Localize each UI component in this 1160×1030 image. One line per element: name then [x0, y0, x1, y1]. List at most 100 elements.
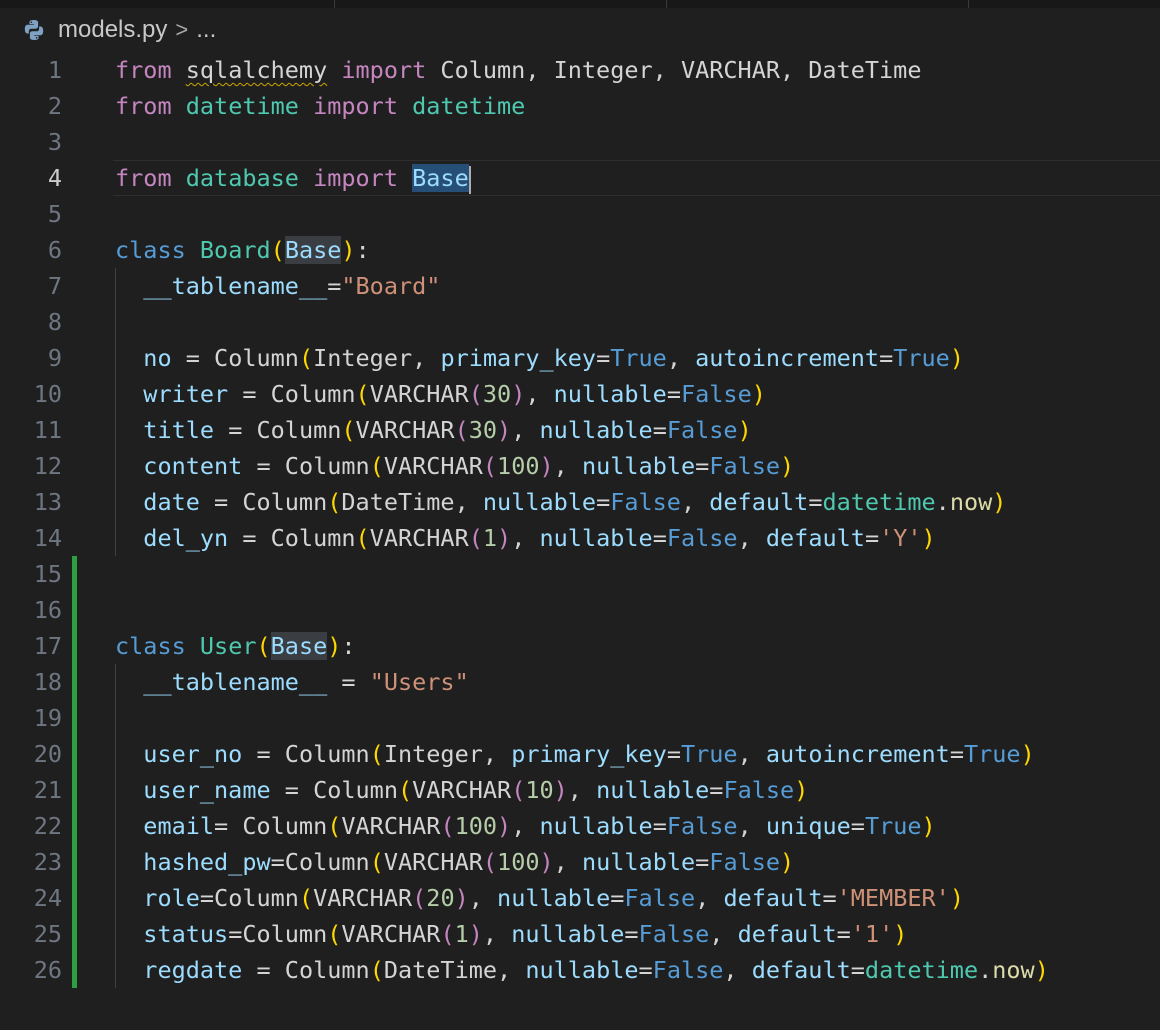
git-added-indicator[interactable]: [72, 952, 77, 988]
git-added-indicator[interactable]: [72, 916, 77, 952]
git-added-indicator[interactable]: [72, 628, 77, 664]
code-line[interactable]: 25 status=Column(VARCHAR(1), nullable=Fa…: [0, 916, 1160, 952]
code-editor[interactable]: 1 from sqlalchemy import Column, Integer,…: [0, 52, 1160, 988]
code-line[interactable]: 13 date = Column(DateTime, nullable=Fals…: [0, 484, 1160, 520]
code-line[interactable]: 3: [0, 124, 1160, 160]
code-line[interactable]: 1 from sqlalchemy import Column, Integer,…: [0, 52, 1160, 88]
code-token: nullable: [539, 812, 653, 840]
code-token: ): [992, 488, 1007, 516]
code-token: ): [949, 344, 964, 372]
code-token: Column: [284, 848, 370, 876]
tab-divider: [968, 0, 969, 8]
code-token: ): [539, 452, 554, 480]
code-token: =: [228, 920, 243, 948]
code-line[interactable]: 14 del_yn = Column(VARCHAR(1), nullable=…: [0, 520, 1160, 556]
python-icon: [22, 18, 46, 42]
code-line[interactable]: 20 user_no = Column(Integer, primary_key…: [0, 736, 1160, 772]
git-added-indicator[interactable]: [72, 700, 77, 736]
code-line[interactable]: 18 __tablename__ = "Users": [0, 664, 1160, 700]
code-token: VARCHAR: [341, 812, 441, 840]
code-line[interactable]: 24 role=Column(VARCHAR(20), nullable=Fal…: [0, 880, 1160, 916]
code-token: ): [454, 884, 469, 912]
git-added-indicator[interactable]: [72, 844, 77, 880]
code-line[interactable]: 6 class Board(Base):: [0, 232, 1160, 268]
line-number: 17: [33, 632, 62, 660]
code-text: user_no = Column(Integer, primary_key=Tr…: [115, 736, 1034, 772]
code-token: .: [978, 956, 993, 984]
code-text: writer = Column(VARCHAR(30), nullable=Fa…: [115, 376, 766, 412]
line-number: 18: [33, 668, 62, 696]
git-added-indicator[interactable]: [72, 556, 77, 592]
line-number: 16: [33, 596, 62, 624]
code-token: (: [482, 452, 498, 480]
code-token: 30: [482, 380, 512, 408]
code-line[interactable]: 7 __tablename__="Board": [0, 268, 1160, 304]
code-line[interactable]: 21 user_name = Column(VARCHAR(10), nulla…: [0, 772, 1160, 808]
code-line[interactable]: 15: [0, 556, 1160, 592]
code-token: (: [468, 380, 483, 408]
code-token: 100: [497, 848, 540, 876]
code-line[interactable]: 2 from datetime import datetime: [0, 88, 1160, 124]
line-number: 22: [33, 812, 62, 840]
code-token: autoincrement: [695, 344, 880, 372]
code-token: ,: [511, 416, 540, 444]
code-line[interactable]: 17 class User(Base):: [0, 628, 1160, 664]
code-token: User: [199, 632, 257, 660]
git-added-indicator[interactable]: [72, 772, 77, 808]
git-added-indicator[interactable]: [72, 664, 77, 700]
code-token: VARCHAR: [412, 776, 512, 804]
code-line[interactable]: 10 writer = Column(VARCHAR(30), nullable…: [0, 376, 1160, 412]
code-line[interactable]: 12 content = Column(VARCHAR(100), nullab…: [0, 448, 1160, 484]
code-token: nullable: [511, 920, 625, 948]
code-token: VARCHAR: [369, 380, 469, 408]
code-line[interactable]: 22 email= Column(VARCHAR(100), nullable=…: [0, 808, 1160, 844]
code-token: VARCHAR: [369, 524, 469, 552]
code-token: hashed_pw: [143, 848, 271, 876]
code-token: =: [228, 380, 271, 408]
code-line[interactable]: 19: [0, 700, 1160, 736]
code-token: Integer,: [383, 740, 512, 768]
code-text: status=Column(VARCHAR(1), nullable=False…: [115, 916, 907, 952]
code-token: Column: [256, 416, 342, 444]
code-token: 1: [482, 524, 498, 552]
git-added-indicator[interactable]: [72, 736, 77, 772]
breadcrumb-file[interactable]: models.py: [58, 16, 167, 44]
code-token: user_name: [143, 776, 271, 804]
code-token: =: [850, 956, 865, 984]
git-added-indicator[interactable]: [72, 592, 77, 628]
code-line[interactable]: 16: [0, 592, 1160, 628]
breadcrumb-symbols[interactable]: ...: [196, 16, 216, 44]
line-number: 23: [33, 848, 62, 876]
code-token: ): [921, 812, 936, 840]
code-token: ,: [511, 812, 540, 840]
code-line[interactable]: 5: [0, 196, 1160, 232]
code-token: False: [666, 524, 738, 552]
code-token: from: [115, 164, 172, 192]
code-line[interactable]: 23 hashed_pw=Column(VARCHAR(100), nullab…: [0, 844, 1160, 880]
git-added-indicator[interactable]: [72, 880, 77, 916]
code-token: nullable: [497, 884, 611, 912]
code-token: =: [652, 416, 667, 444]
code-token: =: [808, 488, 823, 516]
code-token: now: [949, 488, 993, 516]
code-token: Column: [284, 956, 370, 984]
code-token: default: [765, 524, 865, 552]
code-token: 30: [468, 416, 498, 444]
code-line[interactable]: 11 title = Column(VARCHAR(30), nullable=…: [0, 412, 1160, 448]
code-token: ): [497, 812, 512, 840]
code-token: =: [709, 776, 724, 804]
code-token: =: [214, 416, 257, 444]
code-token: (: [270, 236, 285, 264]
line-number: 6: [47, 236, 62, 264]
code-line[interactable]: 26 regdate = Column(DateTime, nullable=F…: [0, 952, 1160, 988]
code-line[interactable]: 9 no = Column(Integer, primary_key=True,…: [0, 340, 1160, 376]
line-number: 15: [33, 560, 62, 588]
git-added-indicator[interactable]: [72, 808, 77, 844]
code-token: (: [440, 920, 455, 948]
code-line[interactable]: 8: [0, 304, 1160, 340]
code-token: =: [199, 488, 243, 516]
code-text: class Board(Base):: [115, 232, 370, 268]
code-line[interactable]: 4 from database import Base: [0, 160, 1160, 196]
